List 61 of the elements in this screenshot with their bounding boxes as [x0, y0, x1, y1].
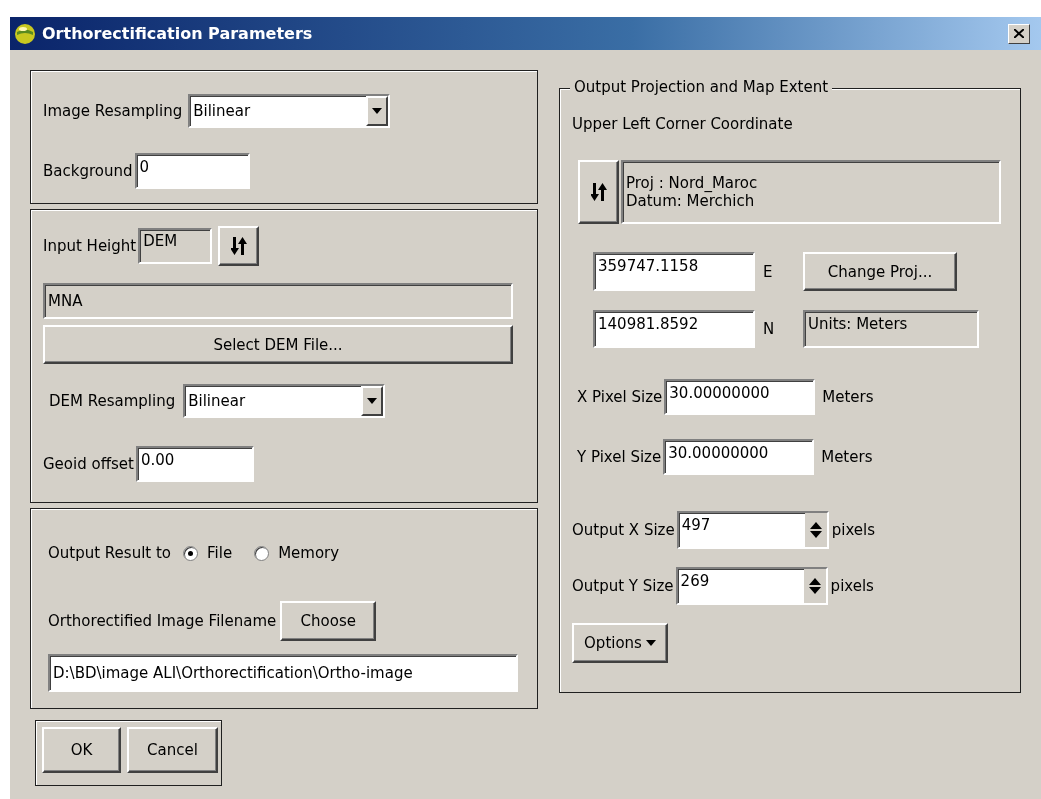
section-label: Upper Left Corner Coordinate [572, 114, 794, 134]
swap-arrows-icon [590, 183, 607, 201]
unit-label: pixels [830, 577, 874, 595]
text-field[interactable]: 0.00 [135, 446, 254, 482]
coordinate-field[interactable]: 140981.8592 [593, 310, 755, 348]
choose-button[interactable]: Choose [280, 601, 377, 641]
number-spinner-field[interactable]: 497 [676, 511, 829, 549]
window-title: Orthorectification Parameters [42, 24, 314, 43]
select-file-button[interactable]: Select DEM File... [43, 325, 513, 364]
text-field[interactable]: DEM [138, 228, 213, 264]
coordinate-field[interactable]: 359747.1158 [593, 252, 755, 291]
text-field[interactable]: MNA [43, 283, 513, 319]
field-label: Orthorectified Image Filename [48, 612, 277, 630]
ok-button[interactable]: OK [42, 727, 121, 773]
up-down-arrows-icon [808, 578, 821, 594]
spin-button[interactable] [803, 569, 826, 603]
unit-label: N [763, 320, 776, 338]
caret-icon [367, 398, 378, 404]
swap-button[interactable] [578, 160, 619, 224]
projection-name: Proj : Nord_Maroc [626, 174, 758, 192]
number-spinner-field[interactable]: 269 [675, 567, 828, 605]
app-icon [14, 22, 36, 45]
field-label: Output X Size [572, 521, 675, 539]
field-label: Image Resampling [43, 102, 183, 120]
text-field[interactable]: 30.00000000 [664, 379, 816, 415]
dropdown-button[interactable] [366, 96, 389, 126]
dropdown[interactable]: Bilinear [183, 384, 386, 418]
up-down-arrows-icon [809, 522, 822, 538]
dropdown[interactable]: Bilinear [188, 94, 391, 128]
field-label: Background [43, 162, 133, 180]
field-label: Input Height [43, 237, 137, 255]
datum-name: Datum: Merchich [626, 192, 755, 210]
unit-label: pixels [831, 521, 876, 539]
close-icon [1014, 29, 1024, 38]
text-field[interactable]: 30.00000000 [663, 439, 815, 475]
swap-button[interactable] [218, 226, 260, 266]
dropdown-button[interactable] [361, 386, 384, 416]
caret-icon [372, 108, 383, 114]
field-label: X Pixel Size [577, 388, 663, 406]
radio-label: Memory [278, 544, 340, 562]
change-projection-button[interactable]: Change Proj... [803, 252, 957, 291]
text-field[interactable]: D:\BD\image ALI\Orthorectification\Ortho-image [48, 654, 518, 692]
field-label: Y Pixel Size [577, 448, 662, 466]
field-label: DEM Resampling [49, 392, 176, 410]
field-label: Geoid offset [43, 455, 134, 473]
options-button[interactable]: Options [572, 623, 668, 663]
unit-label: Meters [821, 448, 873, 466]
radio-button[interactable] [254, 545, 270, 561]
swap-arrows-icon [230, 237, 247, 255]
unit-label: E [763, 262, 774, 281]
group-title: Output Projection and Map Extent [570, 78, 833, 96]
cancel-button[interactable]: Cancel [127, 727, 218, 773]
close-button[interactable] [1008, 23, 1030, 44]
field-label: Output Result to [48, 544, 172, 562]
spin-button[interactable] [804, 513, 827, 547]
caret-icon [645, 640, 656, 646]
units-box[interactable]: Units: Meters [803, 310, 979, 348]
field-label: Output Y Size [572, 577, 674, 595]
radio-label: File [207, 544, 233, 562]
unit-label: Meters [822, 388, 874, 406]
text-field[interactable]: 0 [134, 153, 250, 189]
